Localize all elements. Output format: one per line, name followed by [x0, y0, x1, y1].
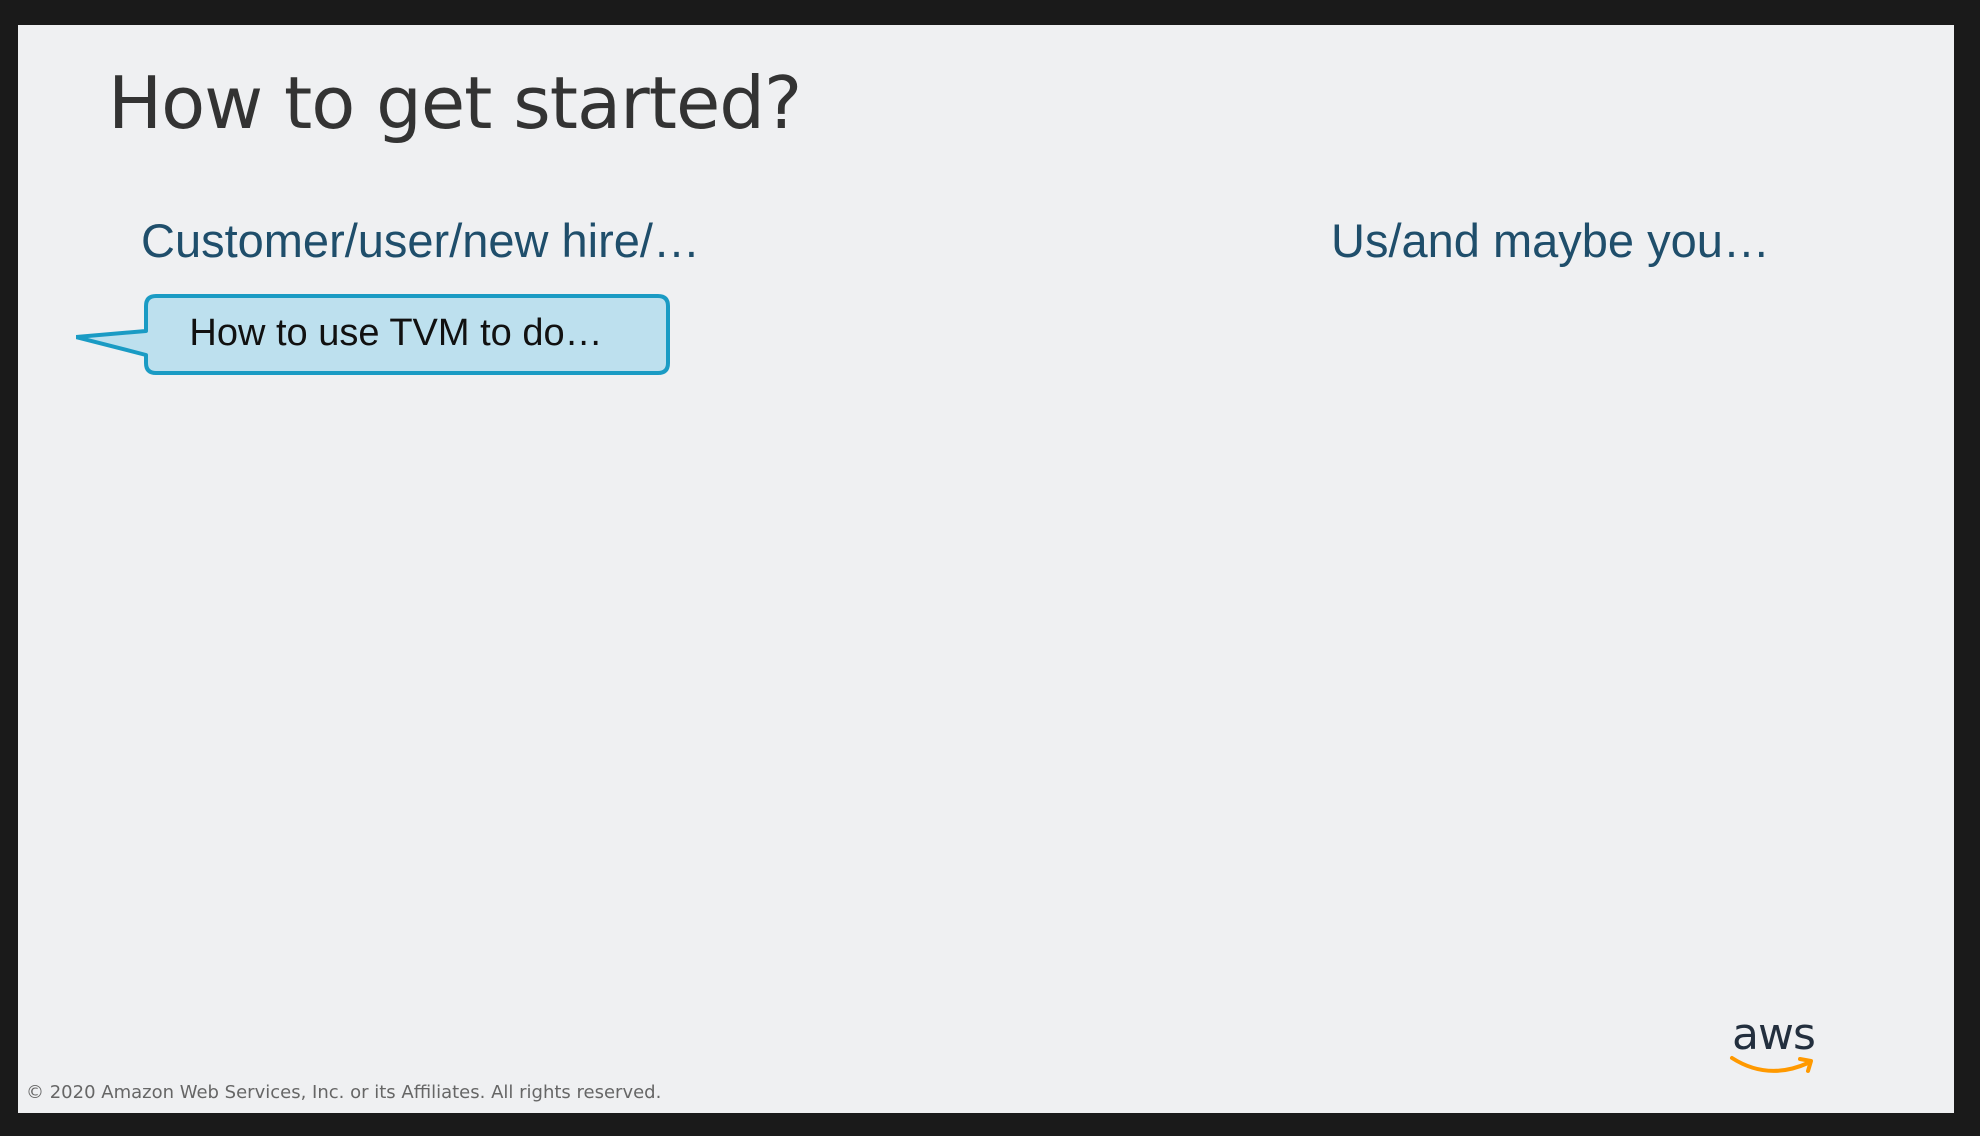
aws-logo: aws [1728, 1009, 1838, 1085]
right-column-heading: Us/and maybe you… [1331, 214, 1770, 267]
slide: How to get started? Customer/user/new hi… [18, 25, 1954, 1113]
presentation-frame: How to get started? Customer/user/new hi… [0, 0, 1980, 1136]
speech-bubble-callout: How to use TVM to do… [76, 293, 686, 403]
left-column-heading: Customer/user/new hire/… [141, 214, 700, 267]
callout-text: How to use TVM to do… [189, 312, 603, 354]
aws-smile-icon [1730, 1056, 1813, 1073]
slide-title: How to get started? [108, 61, 802, 145]
copyright-notice: © 2020 Amazon Web Services, Inc. or its … [26, 1082, 662, 1103]
